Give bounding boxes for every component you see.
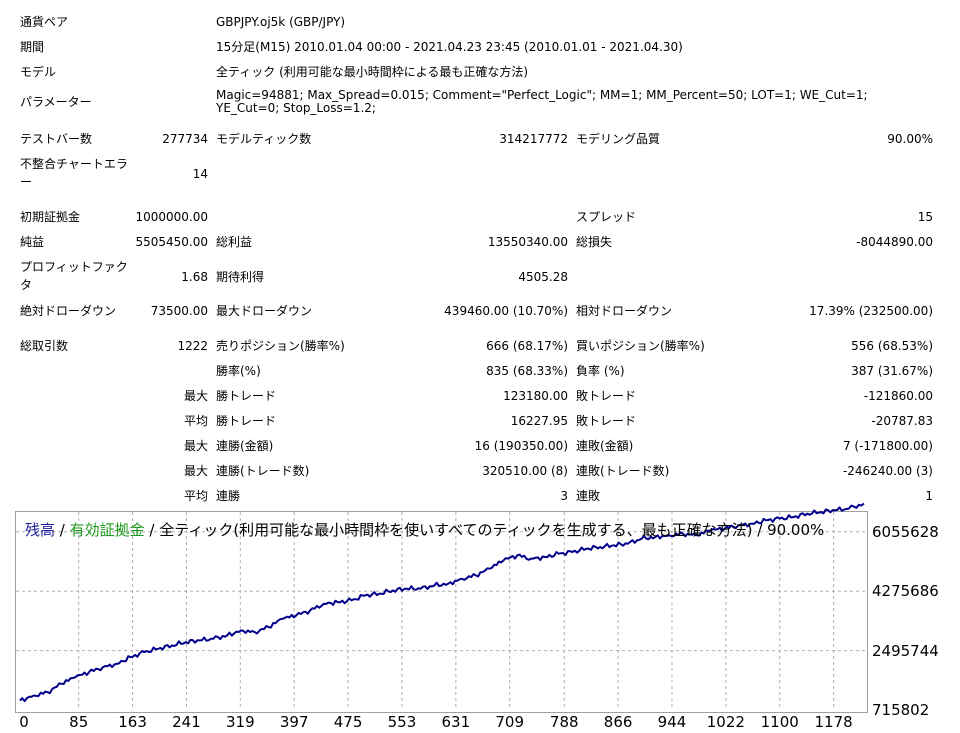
x-tick-label: 1022: [706, 713, 745, 731]
x-tick-label: 553: [387, 713, 417, 731]
x-tick-label: 85: [69, 713, 89, 731]
x-tick-label: 1178: [814, 713, 853, 731]
x-tick-label: 241: [172, 713, 201, 731]
y-tick-label: 715802: [872, 701, 930, 719]
x-tick-label: 319: [225, 713, 255, 731]
x-tick-label: 475: [333, 713, 363, 731]
chart-title-sep: /: [55, 521, 70, 539]
x-tick-label: 788: [549, 713, 579, 731]
balance-chart: [16, 502, 866, 710]
chart-title-equity: 有効証拠金: [69, 521, 145, 539]
y-tick-label: 2495744: [872, 641, 939, 660]
chart-title-balance: 残高: [25, 521, 56, 539]
chart-title-rest: / 全ティック(利用可能な最小時間枠を使いすべてのティックを生成する、最も正確な…: [144, 521, 825, 539]
y-tick-label: 4275686: [872, 582, 939, 601]
x-tick-label: 709: [495, 713, 524, 731]
x-tick-label: 944: [657, 713, 687, 731]
x-tick-label: 866: [603, 713, 633, 731]
x-tick-label: 397: [279, 713, 309, 731]
x-tick-label: 163: [118, 713, 147, 731]
x-tick-label: 631: [441, 713, 471, 731]
chart-title: 残高 / 有効証拠金 / 全ティック(利用可能な最小時間枠を使いすべてのティック…: [25, 519, 824, 540]
x-tick-label: 1100: [760, 713, 799, 731]
y-tick-label: 6055628: [872, 522, 939, 541]
x-tick-label: 0: [19, 713, 29, 731]
